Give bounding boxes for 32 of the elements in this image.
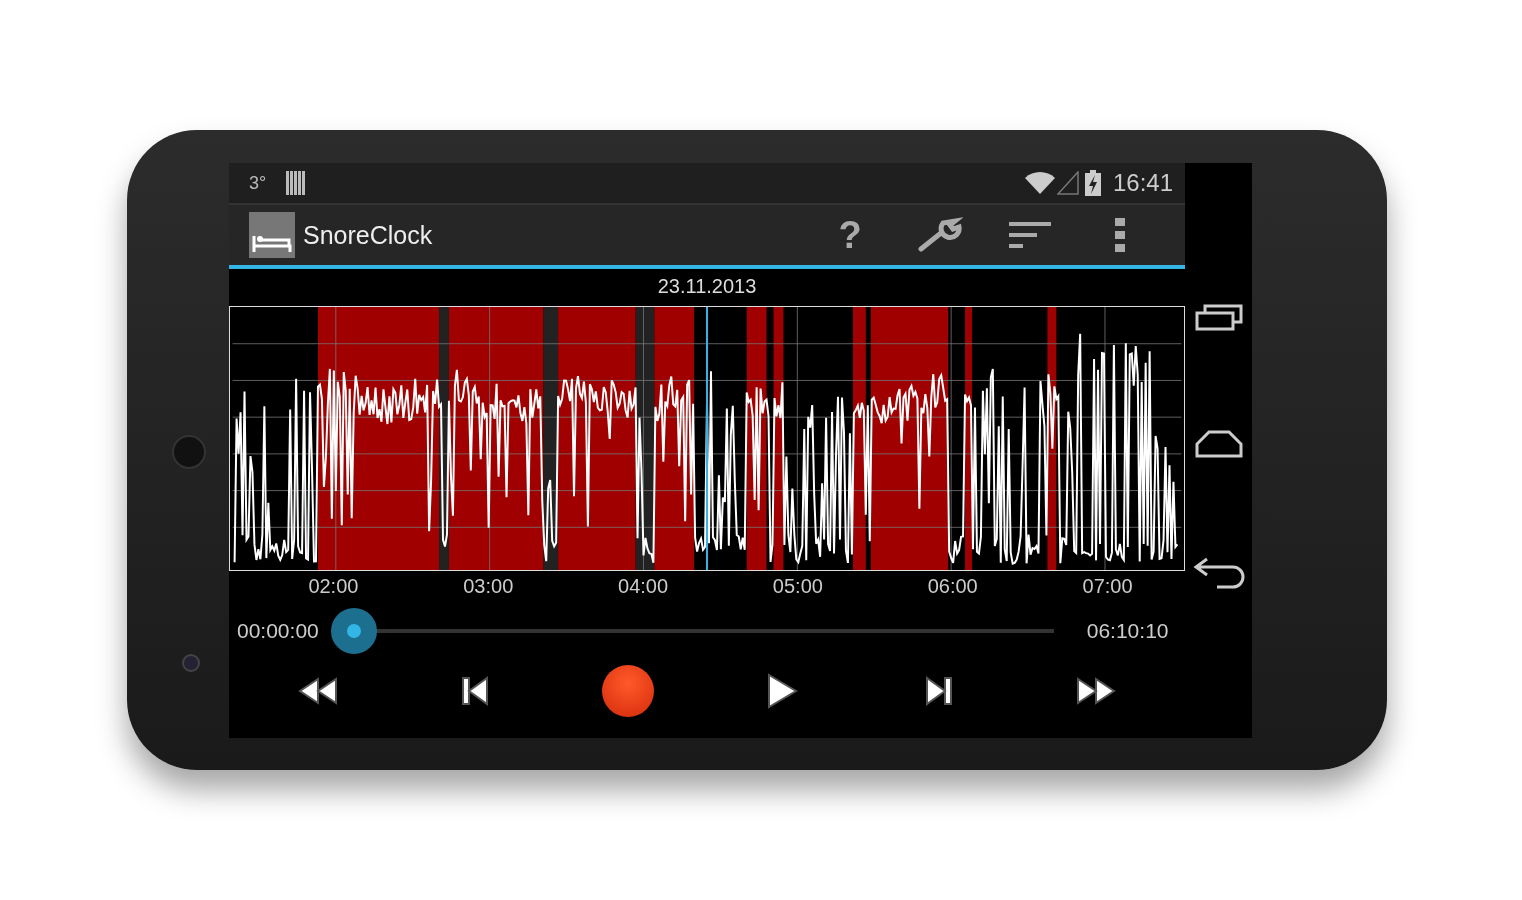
time-axis-label: 02:00 bbox=[307, 575, 360, 598]
overflow-menu-icon bbox=[1115, 218, 1125, 252]
speaker-icon bbox=[172, 435, 206, 469]
recent-apps-icon[interactable] bbox=[1194, 302, 1243, 331]
time-axis-label: 04:00 bbox=[617, 575, 670, 598]
camera-icon bbox=[182, 654, 200, 672]
sort-icon bbox=[1009, 220, 1051, 250]
wifi-icon bbox=[1024, 172, 1055, 194]
help-button[interactable]: ? bbox=[805, 210, 895, 260]
wrench-icon bbox=[917, 217, 963, 253]
app-title: SnoreClock bbox=[303, 220, 433, 250]
fast-forward-icon bbox=[1076, 677, 1117, 705]
time-axis-label: 07:00 bbox=[1081, 575, 1134, 598]
time-axis-label: 05:00 bbox=[771, 575, 824, 598]
slider-thumb[interactable] bbox=[330, 608, 377, 654]
temperature-label: 3° bbox=[249, 172, 267, 194]
home-icon[interactable] bbox=[1194, 429, 1243, 458]
time-axis-label: 06:00 bbox=[926, 575, 979, 598]
date-label: 23.11.2013 bbox=[657, 275, 757, 298]
battery-charging-icon bbox=[1084, 170, 1101, 196]
elapsed-time: 00:00:00 bbox=[237, 619, 319, 643]
total-time: 06:10:10 bbox=[1086, 619, 1169, 643]
clock-time: 16:41 bbox=[1112, 169, 1173, 197]
skip-forward-icon bbox=[924, 676, 953, 706]
record-button[interactable] bbox=[602, 665, 655, 717]
play-icon bbox=[765, 673, 798, 709]
rewind-icon bbox=[297, 677, 338, 705]
back-icon[interactable] bbox=[1192, 556, 1245, 589]
signal-icon bbox=[1056, 171, 1079, 195]
bed-icon bbox=[249, 212, 295, 258]
time-axis-label: 03:00 bbox=[462, 575, 515, 598]
skip-back-icon bbox=[461, 676, 489, 706]
